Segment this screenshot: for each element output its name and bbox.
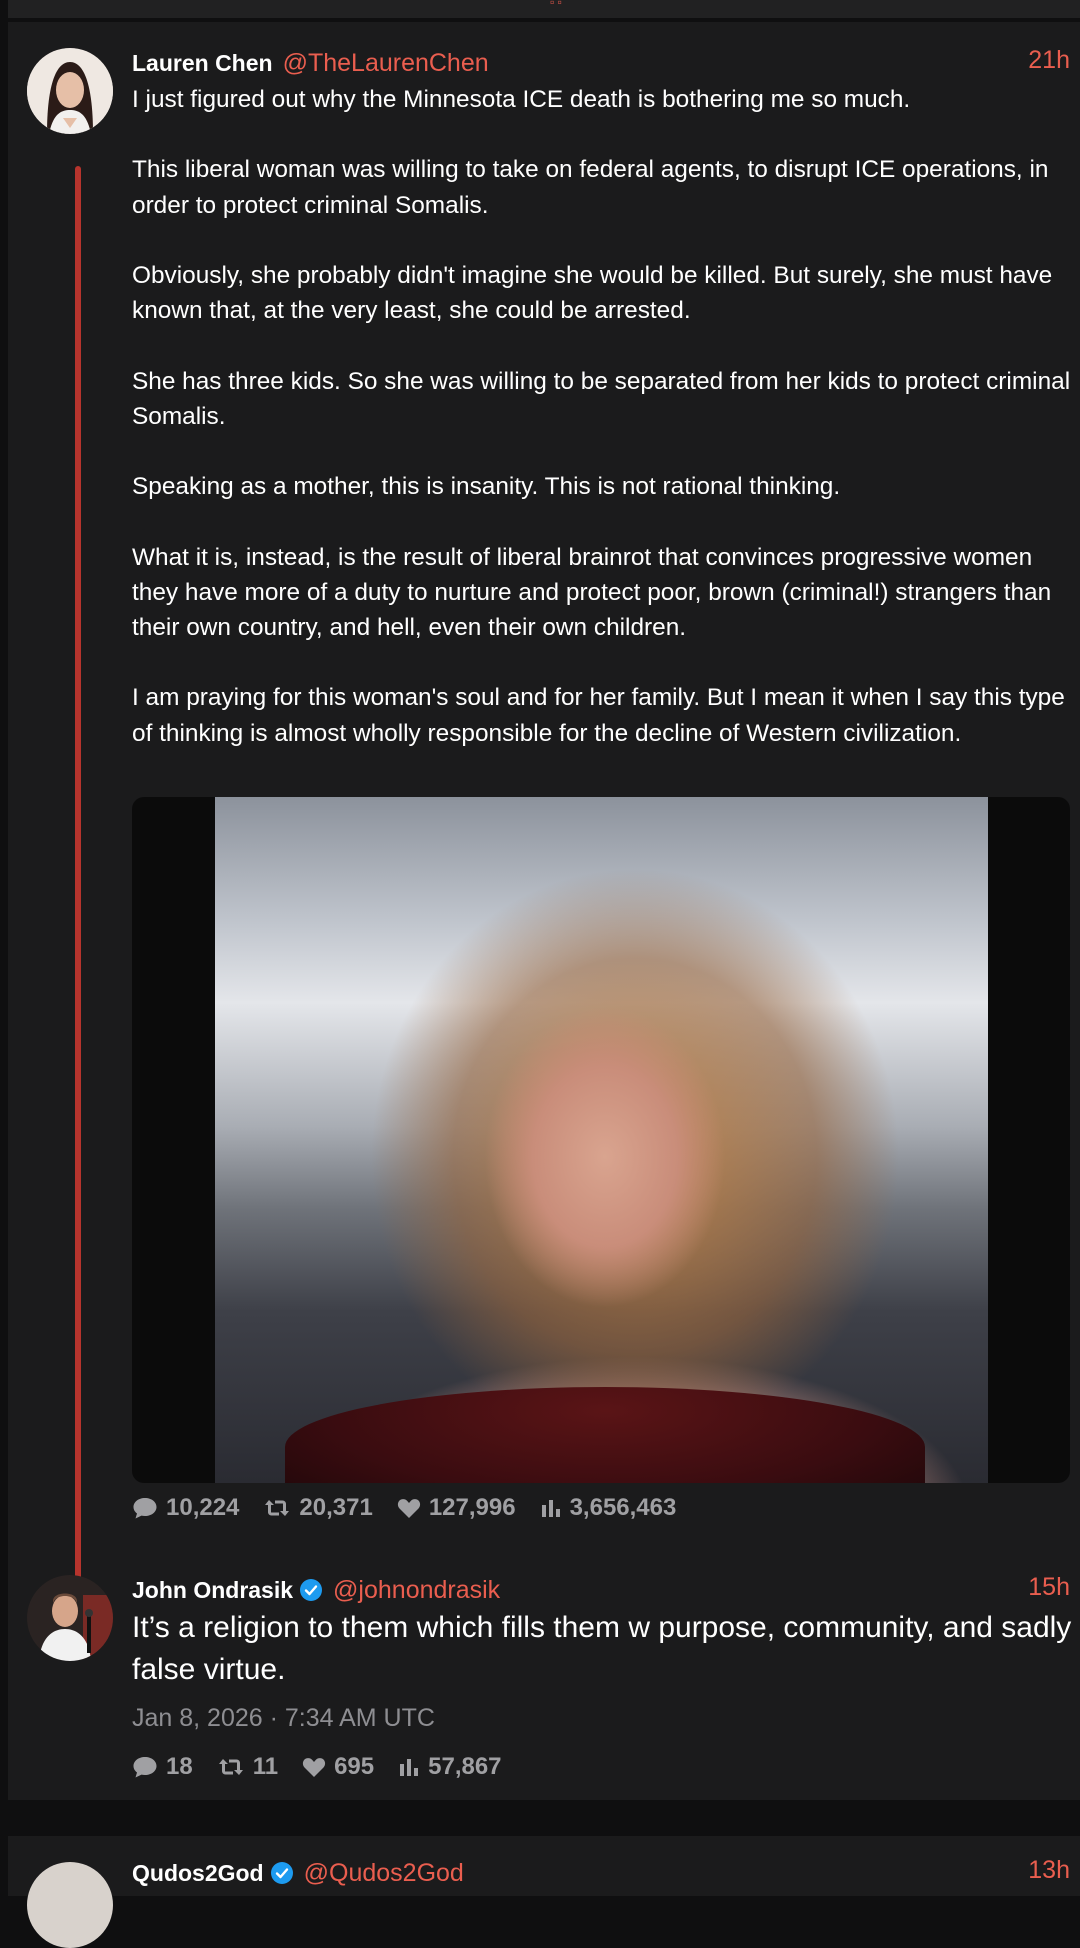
post-time[interactable]: 21h — [1028, 46, 1070, 75]
next-post-time[interactable]: 13h — [1028, 1856, 1070, 1885]
post-paragraph: Speaking as a mother, this is insanity. … — [132, 473, 841, 501]
reply-like-count: 695 — [334, 1753, 375, 1780]
post-paragraph: I just figured out why the Minnesota ICE… — [132, 86, 911, 113]
thread-card: Lauren Chen @TheLaurenChen 21h I just fi… — [8, 22, 1080, 1800]
views-stat[interactable]: 3,656,463 — [540, 1494, 677, 1522]
reply-count: 10,224 — [166, 1494, 240, 1521]
next-author-avatar[interactable] — [27, 1862, 113, 1948]
reply-date[interactable]: Jan 8, 2026 · 7:34 AM UTC — [132, 1704, 435, 1733]
post-header: Lauren Chen @TheLaurenChen — [132, 46, 489, 80]
author-handle[interactable]: @TheLaurenChen — [283, 49, 489, 78]
post-paragraph: She has three kids. So she was willing t… — [132, 367, 1071, 430]
reply-reply-stat[interactable]: 18 — [132, 1753, 193, 1781]
comment-icon — [133, 1498, 157, 1519]
reply-views-count: 57,867 — [428, 1753, 502, 1780]
post-paragraph: This liberal woman was willing to take o… — [132, 156, 1049, 219]
repost-count: 20,371 — [299, 1494, 373, 1521]
reply-repost-stat[interactable]: 11 — [217, 1753, 278, 1781]
next-author-name[interactable]: Qudos2God — [132, 1860, 264, 1887]
post-image[interactable] — [132, 797, 1070, 1483]
author-avatar[interactable] — [27, 48, 113, 134]
next-author-handle[interactable]: @Qudos2God — [304, 1859, 464, 1888]
comment-icon — [133, 1757, 157, 1778]
next-post-header: Qudos2God @Qudos2God — [132, 1856, 464, 1890]
heart-icon — [302, 1758, 326, 1777]
reply-author-name[interactable]: John Ondrasik — [132, 1577, 293, 1604]
reply-reply-count: 18 — [166, 1753, 193, 1780]
post-paragraph: Obviously, she probably didn't imagine s… — [132, 261, 1053, 325]
next-thread-card: Qudos2God @Qudos2God 13h — [8, 1836, 1080, 1948]
verified-badge-icon — [300, 1579, 323, 1601]
post-body: I just figured out why the Minnesota ICE… — [132, 82, 1072, 751]
portrait-photo — [215, 797, 988, 1483]
reply-header: John Ondrasik @johnondrasik — [132, 1573, 500, 1607]
repost-stat[interactable]: 20,371 — [263, 1494, 373, 1522]
reply-time[interactable]: 15h — [1028, 1573, 1070, 1602]
author-name[interactable]: Lauren Chen — [132, 50, 273, 77]
reply-views-stat[interactable]: 57,867 — [398, 1753, 502, 1781]
views-bar-chart-icon — [541, 1500, 560, 1517]
thread-connector-line — [75, 166, 81, 1582]
post-stats: 10,224 20,371 127,996 3,656,463 — [132, 1494, 700, 1522]
reply-body: It’s a religion to them which fills them… — [132, 1611, 1072, 1686]
reply-repost-count: 11 — [252, 1753, 279, 1780]
post-paragraph: What it is, instead, is the result of li… — [132, 543, 1052, 641]
photo-dress — [285, 1387, 925, 1483]
thread-indicator-mark: ▫ ▫ — [536, 0, 576, 6]
reply-author-avatar[interactable] — [27, 1575, 113, 1661]
views-count: 3,656,463 — [569, 1494, 677, 1521]
previous-post-edge: ▫ ▫ — [8, 0, 1080, 18]
reply-like-stat[interactable]: 695 — [302, 1753, 374, 1781]
reply-stats: 18 11 695 57,867 — [132, 1753, 526, 1781]
reply-stat[interactable]: 10,224 — [132, 1494, 239, 1522]
post-paragraph: I am praying for this woman's soul and f… — [132, 684, 1065, 747]
like-stat[interactable]: 127,996 — [397, 1494, 516, 1522]
like-count: 127,996 — [428, 1494, 516, 1521]
verified-badge-icon — [270, 1862, 293, 1884]
reply-author-handle[interactable]: @johnondrasik — [333, 1576, 500, 1605]
heart-icon — [397, 1499, 420, 1518]
repost-icon — [218, 1759, 243, 1775]
views-bar-chart-icon — [400, 1759, 419, 1776]
repost-icon — [265, 1500, 290, 1516]
